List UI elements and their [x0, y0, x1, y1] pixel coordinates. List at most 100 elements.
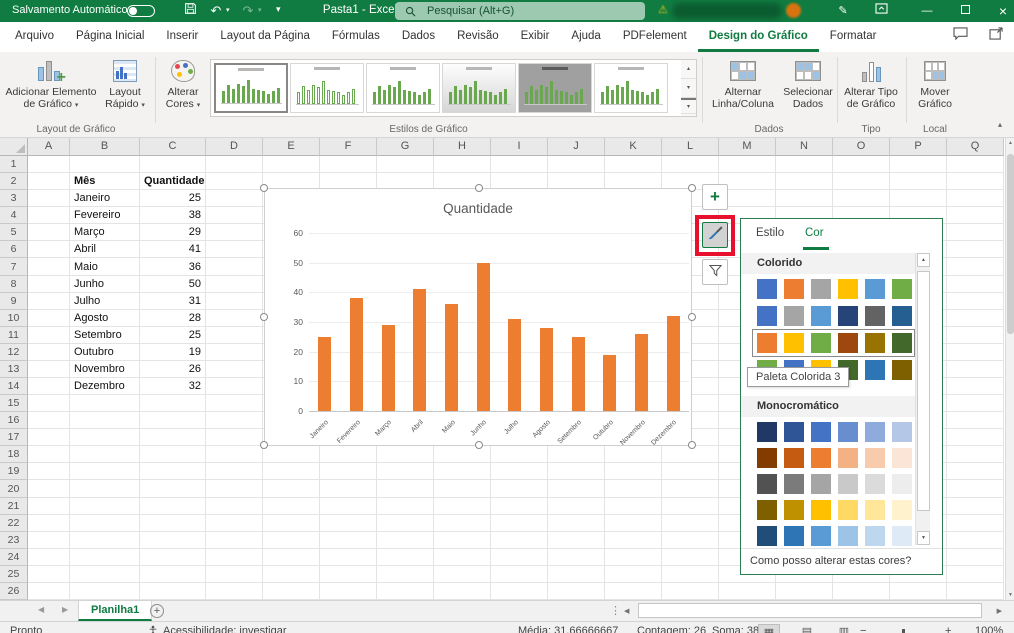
- column-header-G[interactable]: G: [377, 138, 434, 156]
- cell-K25[interactable]: [605, 566, 662, 583]
- cell-D22[interactable]: [206, 515, 263, 532]
- tab-p-gina-inicial[interactable]: Página Inicial: [65, 22, 155, 52]
- cell-M1[interactable]: [719, 156, 776, 173]
- cell-D1[interactable]: [206, 156, 263, 173]
- cell-Q20[interactable]: [947, 480, 1004, 497]
- cell-C11[interactable]: 25: [140, 327, 206, 344]
- switch-row-column-button[interactable]: Alternar Linha/Coluna: [705, 56, 781, 110]
- cell-Q5[interactable]: [947, 224, 1004, 241]
- sheet-nav-left-icon[interactable]: ◀: [38, 605, 44, 614]
- cell-K23[interactable]: [605, 532, 662, 549]
- color-swatch[interactable]: [784, 422, 804, 442]
- cell-B2[interactable]: Mês: [70, 173, 140, 190]
- cell-A20[interactable]: [28, 480, 70, 497]
- cell-H23[interactable]: [434, 532, 491, 549]
- cell-I20[interactable]: [491, 480, 548, 497]
- cell-Q22[interactable]: [947, 515, 1004, 532]
- cell-C3[interactable]: 25: [140, 190, 206, 207]
- cell-B13[interactable]: Novembro: [70, 361, 140, 378]
- cell-C16[interactable]: [140, 412, 206, 429]
- cell-C17[interactable]: [140, 429, 206, 446]
- cell-A23[interactable]: [28, 532, 70, 549]
- zoom-in-icon[interactable]: +: [945, 625, 951, 633]
- cell-G22[interactable]: [377, 515, 434, 532]
- cell-B8[interactable]: Junho: [70, 276, 140, 293]
- cell-D13[interactable]: [206, 361, 263, 378]
- cell-B19[interactable]: [70, 463, 140, 480]
- cell-Q14[interactable]: [947, 378, 1004, 395]
- cell-D19[interactable]: [206, 463, 263, 480]
- cell-Q11[interactable]: [947, 327, 1004, 344]
- cell-A12[interactable]: [28, 344, 70, 361]
- cell-B16[interactable]: [70, 412, 140, 429]
- cell-C10[interactable]: 28: [140, 310, 206, 327]
- color-swatch[interactable]: [757, 279, 777, 299]
- gallery-scroll-up-icon[interactable]: ▴: [681, 60, 696, 79]
- color-swatch[interactable]: [892, 422, 912, 442]
- color-swatch[interactable]: [865, 526, 885, 546]
- cell-E20[interactable]: [263, 480, 320, 497]
- cell-O2[interactable]: [833, 173, 890, 190]
- cell-E21[interactable]: [263, 498, 320, 515]
- color-swatch[interactable]: [892, 279, 912, 299]
- cell-D18[interactable]: [206, 446, 263, 463]
- cell-G24[interactable]: [377, 549, 434, 566]
- palette-row-mono-3[interactable]: [757, 474, 912, 494]
- cell-Q13[interactable]: [947, 361, 1004, 378]
- zoom-level[interactable]: 100%: [975, 625, 1003, 633]
- scroll-up-icon[interactable]: ▲: [1006, 140, 1014, 146]
- select-data-button[interactable]: Selecionar Dados: [783, 56, 833, 110]
- chart-selection-handle[interactable]: [260, 313, 268, 321]
- color-swatch[interactable]: [892, 474, 912, 494]
- cell-H24[interactable]: [434, 549, 491, 566]
- cell-G19[interactable]: [377, 463, 434, 480]
- row-header-7[interactable]: 7: [0, 258, 28, 275]
- cell-C8[interactable]: 50: [140, 276, 206, 293]
- color-swatch[interactable]: [865, 500, 885, 520]
- cell-D7[interactable]: [206, 258, 263, 275]
- cell-A15[interactable]: [28, 395, 70, 412]
- row-header-21[interactable]: 21: [0, 498, 28, 515]
- color-swatch[interactable]: [784, 448, 804, 468]
- cell-B1[interactable]: [70, 156, 140, 173]
- cell-Q6[interactable]: [947, 241, 1004, 258]
- chart-style-thumbnail[interactable]: [366, 63, 440, 113]
- column-header-A[interactable]: A: [28, 138, 70, 156]
- cell-N1[interactable]: [776, 156, 833, 173]
- cell-A19[interactable]: [28, 463, 70, 480]
- tab-estilo[interactable]: Estilo: [756, 227, 784, 239]
- cell-B6[interactable]: Abril: [70, 241, 140, 258]
- color-swatch[interactable]: [757, 474, 777, 494]
- cell-H21[interactable]: [434, 498, 491, 515]
- chart-selection-handle[interactable]: [688, 184, 696, 192]
- cell-A10[interactable]: [28, 310, 70, 327]
- cell-H20[interactable]: [434, 480, 491, 497]
- cell-N2[interactable]: [776, 173, 833, 190]
- cell-Q23[interactable]: [947, 532, 1004, 549]
- chart-selection-handle[interactable]: [475, 184, 483, 192]
- cell-A5[interactable]: [28, 224, 70, 241]
- cell-Q21[interactable]: [947, 498, 1004, 515]
- cell-E25[interactable]: [263, 566, 320, 583]
- splitter-dots-icon[interactable]: ⋮: [610, 604, 621, 617]
- cell-P3[interactable]: [890, 190, 947, 207]
- palette-row-mono-1[interactable]: [757, 422, 912, 442]
- cell-I22[interactable]: [491, 515, 548, 532]
- cell-F24[interactable]: [320, 549, 377, 566]
- cell-F25[interactable]: [320, 566, 377, 583]
- color-swatch[interactable]: [892, 306, 912, 326]
- color-swatch[interactable]: [892, 448, 912, 468]
- cell-A25[interactable]: [28, 566, 70, 583]
- cell-D12[interactable]: [206, 344, 263, 361]
- cell-Q15[interactable]: [947, 395, 1004, 412]
- tab-ajuda[interactable]: Ajuda: [560, 22, 611, 52]
- cell-C6[interactable]: 41: [140, 241, 206, 258]
- cell-K1[interactable]: [605, 156, 662, 173]
- cell-A2[interactable]: [28, 173, 70, 190]
- accessibility-status[interactable]: Acessibilidade: investigar: [163, 625, 287, 633]
- chart-selection-handle[interactable]: [688, 313, 696, 321]
- cell-E22[interactable]: [263, 515, 320, 532]
- column-header-F[interactable]: F: [320, 138, 377, 156]
- column-header-K[interactable]: K: [605, 138, 662, 156]
- row-header-18[interactable]: 18: [0, 446, 28, 463]
